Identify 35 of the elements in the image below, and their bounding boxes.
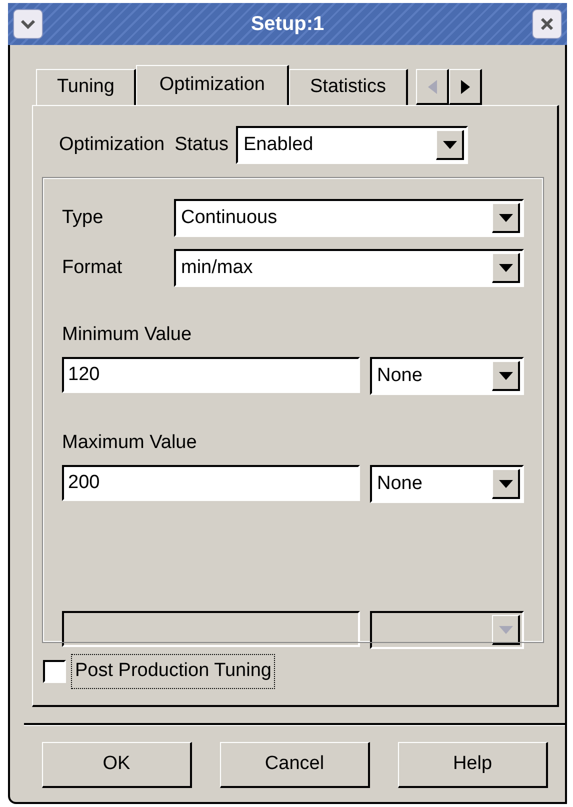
dropdown-arrow-icon xyxy=(498,372,512,380)
tab[interactable]: Tuning xyxy=(36,69,136,105)
checkbox-label[interactable]: Post Production Tuning xyxy=(71,654,276,688)
window-menu-button[interactable] xyxy=(13,9,43,39)
field-label: Optimization xyxy=(59,132,165,157)
tab[interactable]: Statistics xyxy=(289,69,408,105)
dropdown-arrow-icon xyxy=(498,264,512,272)
dropdown[interactable]: Continuous xyxy=(174,199,524,237)
field-label: Maximum Value xyxy=(62,432,197,453)
dropdown[interactable]: None xyxy=(370,465,524,503)
tab[interactable]: Optimization xyxy=(136,65,289,105)
dropdown[interactable]: None xyxy=(370,357,524,395)
dropdown-arrow-icon xyxy=(498,480,512,488)
close-button[interactable] xyxy=(532,9,562,39)
field-label: Type xyxy=(62,206,104,230)
scroll-right-button[interactable] xyxy=(449,69,482,105)
dropdown-arrow-icon xyxy=(498,214,512,222)
field-label: Minimum Value xyxy=(62,324,192,345)
dropdown-arrow-icon xyxy=(498,626,512,634)
window-title: Setup:1 xyxy=(250,12,326,37)
input-field[interactable]: 200 xyxy=(62,465,360,501)
field-label: Format xyxy=(62,256,124,280)
left-arrow-icon xyxy=(428,80,437,94)
field-label: Status xyxy=(174,132,228,157)
dialog-button[interactable]: Help xyxy=(398,742,548,788)
dialog-button[interactable]: OK xyxy=(42,742,192,788)
dropdown[interactable]: min/max xyxy=(174,249,524,287)
input-field[interactable]: 120 xyxy=(62,357,360,393)
dropdown[interactable]: Enabled xyxy=(236,126,468,164)
close-icon xyxy=(540,17,554,31)
chevron-down-icon xyxy=(20,19,36,29)
dropdown-arrow-icon xyxy=(442,140,457,148)
right-arrow-icon xyxy=(460,80,470,94)
checkbox[interactable] xyxy=(43,660,66,683)
dialog-button[interactable]: Cancel xyxy=(220,742,370,788)
